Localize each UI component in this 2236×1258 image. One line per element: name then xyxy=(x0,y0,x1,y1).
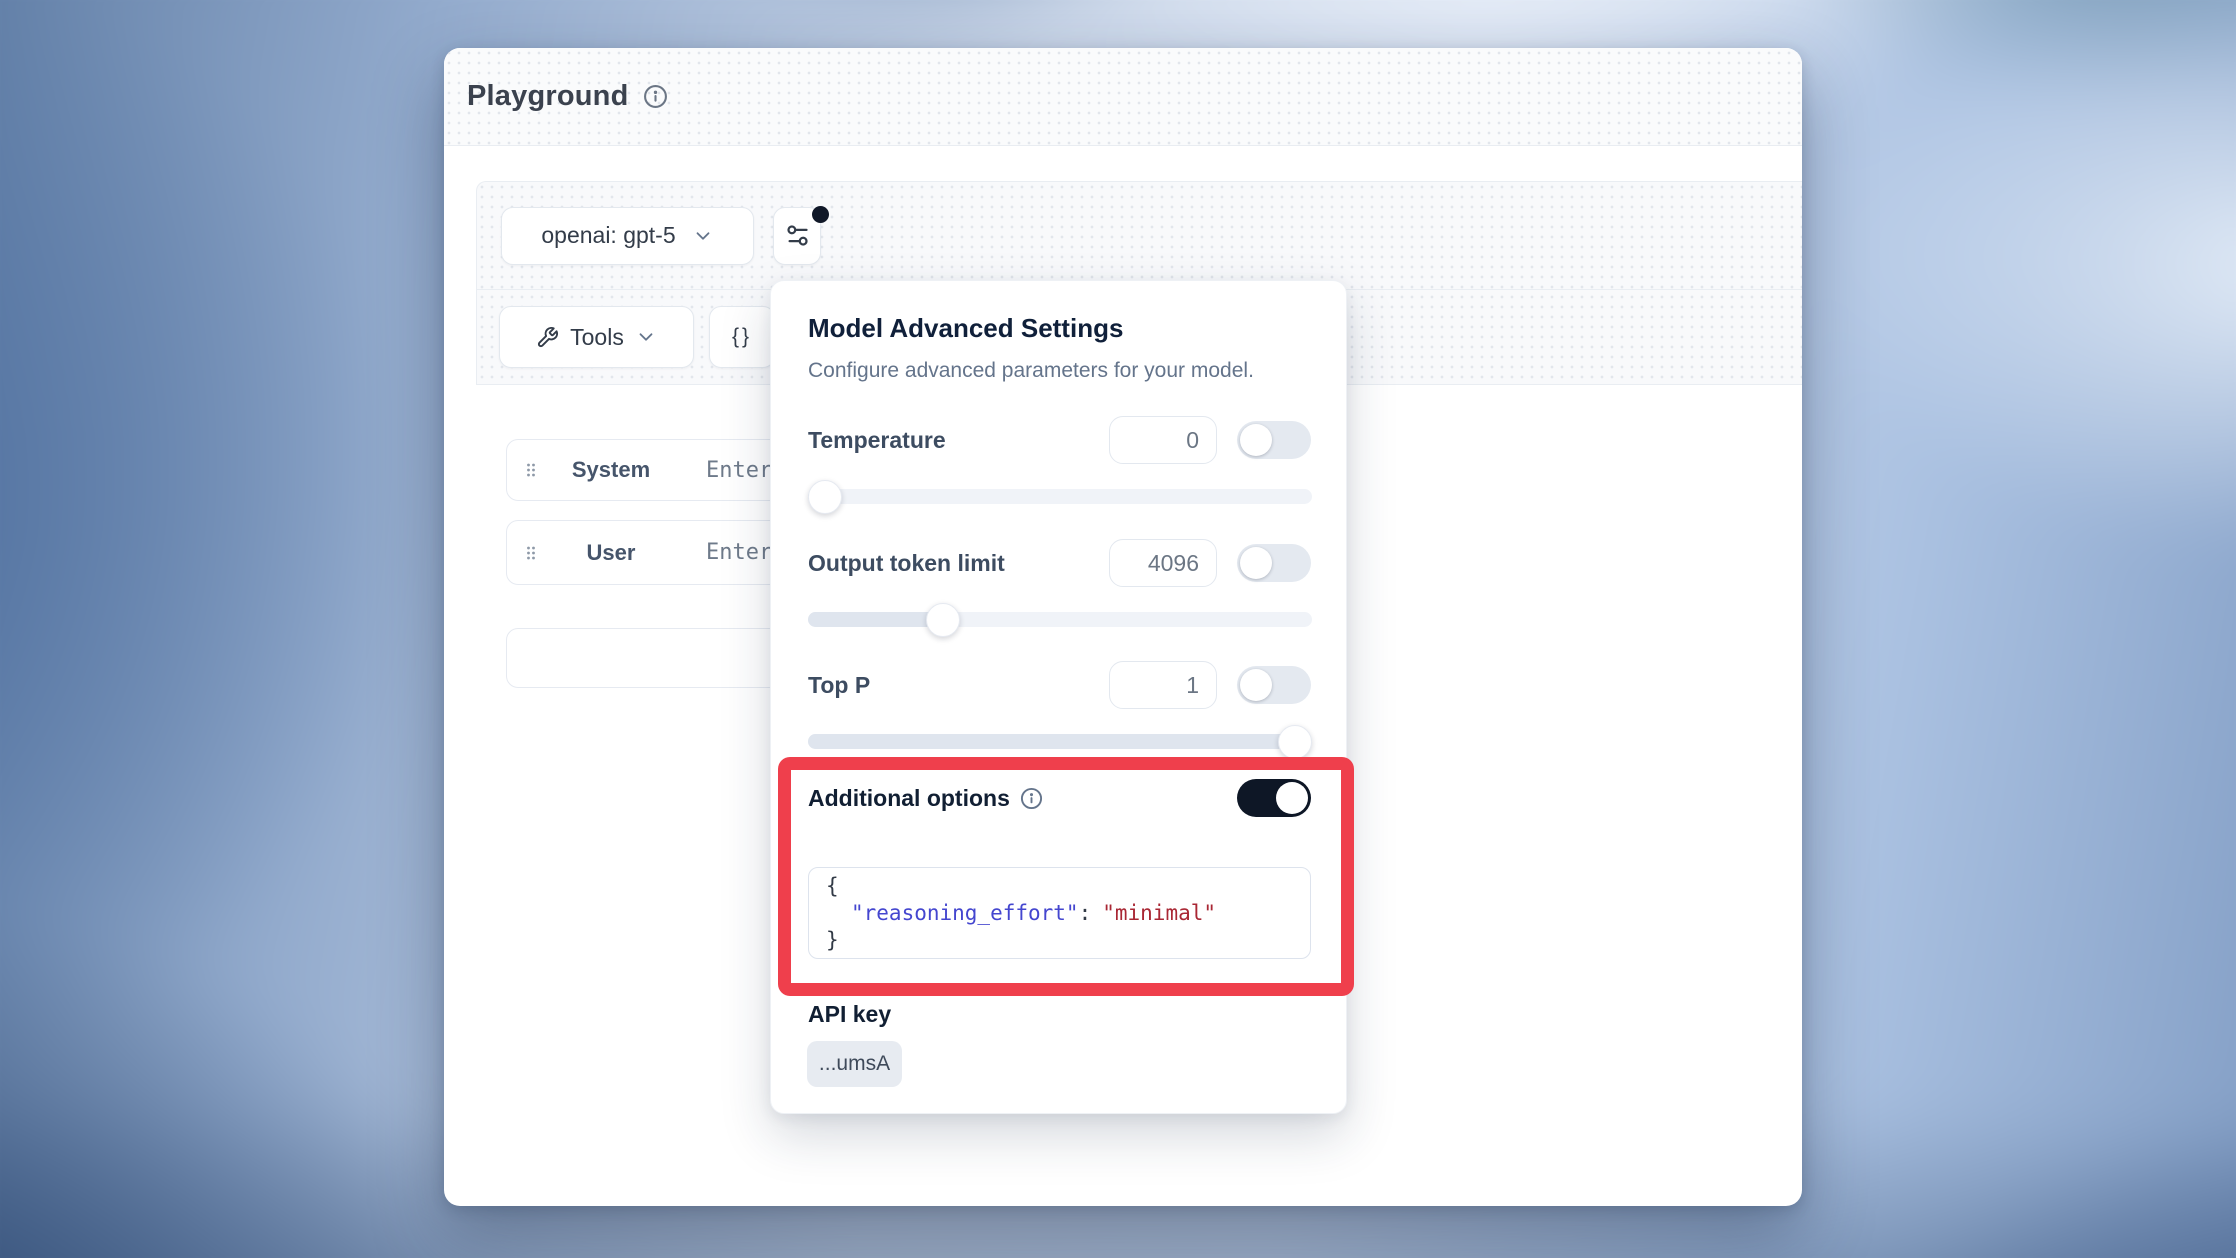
model-settings-button[interactable] xyxy=(773,207,821,265)
chevron-down-icon xyxy=(635,326,657,348)
settings-notification-dot xyxy=(812,206,829,223)
drag-handle-icon[interactable] xyxy=(521,541,541,565)
api-key-label: API key xyxy=(808,1001,891,1028)
slider-handle[interactable] xyxy=(1278,725,1312,759)
model-advanced-settings-popover: Model Advanced Settings Configure advanc… xyxy=(770,280,1347,1114)
top-p-toggle[interactable] xyxy=(1237,666,1311,704)
output-token-limit-slider[interactable] xyxy=(808,612,1312,627)
toggle-knob xyxy=(1276,782,1308,814)
message-input-placeholder[interactable]: Enter xyxy=(706,458,772,483)
slider-handle[interactable] xyxy=(926,603,960,637)
code-value: "minimal" xyxy=(1102,901,1216,925)
toggle-knob xyxy=(1240,547,1272,579)
output-token-limit-row: Output token limit 4096 xyxy=(808,539,1311,587)
api-key-badge[interactable]: ...umsA xyxy=(807,1041,902,1087)
additional-options-json-editor[interactable]: { "reasoning_effort": "minimal"} xyxy=(808,867,1311,959)
top-p-value: 1 xyxy=(1186,672,1199,699)
code-key: "reasoning_effort" xyxy=(851,901,1079,925)
additional-options-label: Additional options xyxy=(808,785,1010,812)
chevron-down-icon xyxy=(692,225,714,247)
tools-label: Tools xyxy=(570,324,624,351)
drag-handle-icon[interactable] xyxy=(521,458,541,482)
slider-fill xyxy=(808,734,1295,749)
output-token-limit-input[interactable]: 4096 xyxy=(1109,539,1217,587)
json-schema-button[interactable]: {} xyxy=(709,306,775,368)
sliders-icon xyxy=(784,222,811,249)
model-select-dropdown[interactable]: openai: gpt-5 xyxy=(501,207,754,265)
additional-options-row: Additional options xyxy=(808,779,1311,817)
message-role-label: System xyxy=(541,457,681,483)
temperature-value: 0 xyxy=(1186,427,1199,454)
top-p-label: Top P xyxy=(808,672,1109,699)
top-p-input[interactable]: 1 xyxy=(1109,661,1217,709)
model-toolbar-row: openai: gpt-5 xyxy=(477,182,1802,290)
temperature-slider[interactable] xyxy=(808,489,1312,504)
page-title: Playground xyxy=(467,80,629,113)
code-open-brace: { xyxy=(826,874,839,898)
desktop: Playground openai: gpt-5 xyxy=(0,0,2236,1258)
window-header: Playground xyxy=(444,48,1802,146)
top-p-row: Top P 1 xyxy=(808,661,1311,709)
output-token-limit-toggle[interactable] xyxy=(1237,544,1311,582)
additional-options-toggle[interactable] xyxy=(1237,779,1311,817)
info-icon[interactable] xyxy=(1020,787,1043,810)
output-token-limit-value: 4096 xyxy=(1148,550,1199,577)
popover-subtitle: Configure advanced parameters for your m… xyxy=(808,359,1254,383)
model-select-value: openai: gpt-5 xyxy=(541,222,675,249)
output-token-limit-label: Output token limit xyxy=(808,550,1109,577)
toggle-knob xyxy=(1240,669,1272,701)
wrench-icon xyxy=(536,326,559,349)
tools-dropdown[interactable]: Tools xyxy=(499,306,694,368)
code-colon: : xyxy=(1079,901,1092,925)
braces-label: {} xyxy=(732,325,752,349)
temperature-label: Temperature xyxy=(808,427,1109,454)
temperature-input[interactable]: 0 xyxy=(1109,416,1217,464)
message-role-label: User xyxy=(541,540,681,566)
popover-title: Model Advanced Settings xyxy=(808,313,1123,344)
slider-fill xyxy=(808,612,943,627)
temperature-toggle[interactable] xyxy=(1237,421,1311,459)
toggle-knob xyxy=(1240,424,1272,456)
temperature-row: Temperature 0 xyxy=(808,416,1311,464)
top-p-slider[interactable] xyxy=(808,734,1312,749)
slider-handle[interactable] xyxy=(808,480,842,514)
info-icon[interactable] xyxy=(643,84,668,109)
api-key-value: ...umsA xyxy=(819,1052,890,1076)
code-close-brace: } xyxy=(826,928,839,952)
message-input-placeholder[interactable]: Enter xyxy=(706,540,772,565)
